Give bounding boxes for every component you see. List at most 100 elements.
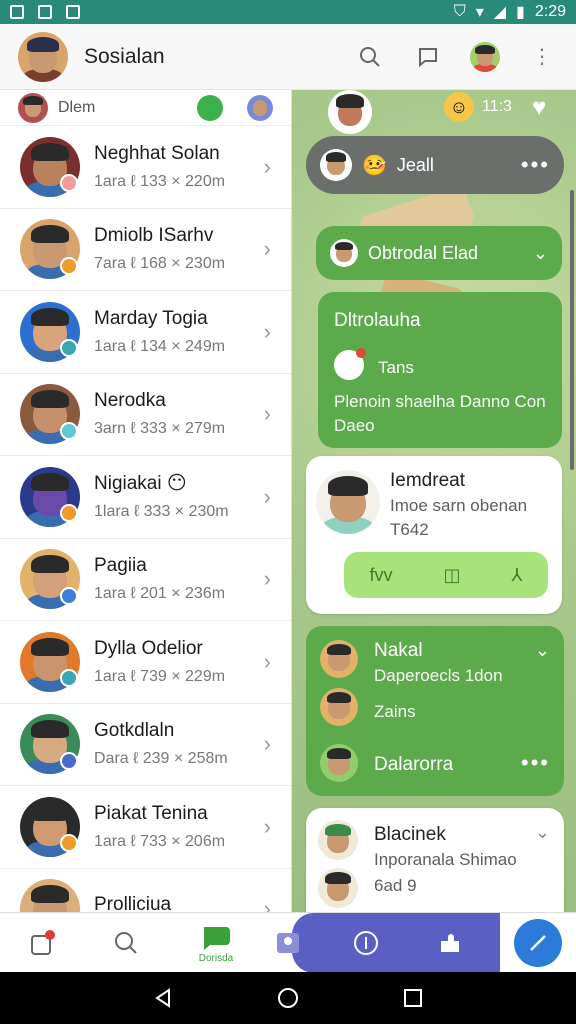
avatar [18,92,48,123]
search-button[interactable] [354,41,386,73]
contact-subtitle: 1lara ℓ 333 × 230m [94,503,229,521]
contact-name: Nerodka [94,390,166,412]
count-label: 11:3 [482,98,512,115]
compass-icon [354,931,378,955]
chevron-right-icon: › [263,483,271,509]
dropdown-label: Obtrodal Elad [368,242,479,263]
action-button[interactable]: ◫ [443,565,460,586]
card-line: Dalarorra [374,754,454,775]
chevron-down-icon[interactable]: ⌄ [535,640,550,661]
bottom-nav: Dorisda [0,912,576,973]
contact-subtitle: Dara ℓ 239 × 258m [94,750,228,768]
avatar [318,868,358,908]
presence-badge [60,421,78,440]
nav-contacts[interactable] [258,913,318,973]
contact-name: Gotkdlaln [94,720,175,742]
contact-row[interactable]: Prolliciua › [0,869,291,912]
system-nav-bar [0,972,576,1024]
group-dropdown[interactable]: Obtrodal Elad ⌄ [316,226,562,280]
profile-card[interactable]: Iemdreat Imoe sarn obenan T642 fvv ◫ ⅄ [306,456,562,614]
presence-badge [60,834,78,852]
card-line: Inporanala Shimao [374,850,517,869]
emoji-icon: 🤒 [362,154,387,177]
nav-label: Dorisda [198,952,234,964]
status-pill[interactable]: 🤒 Jeall ••• [306,136,564,194]
chevron-right-icon: › [263,896,271,912]
battery-icon: ▮ [516,4,525,21]
puzzle-icon [441,934,459,952]
more-horizontal-icon[interactable]: ••• [521,750,550,776]
chevron-right-icon: › [263,648,271,674]
avatar[interactable] [328,90,372,134]
signal-icon: ◢ [493,4,507,21]
contact-list: Dlem Neghhat Solan 1ara ℓ 133 × 220m › Dmio… [0,90,292,912]
contact-name: Neghhat Solan [94,142,220,164]
presence-badge [60,751,78,770]
action-button[interactable]: fvv [369,565,392,586]
nav-search[interactable] [96,913,156,973]
back-icon[interactable] [151,986,175,1010]
chevron-right-icon: › [263,566,271,592]
avatar [320,688,358,726]
message-card[interactable]: Dltrolauha Tans Plenoin shaelha Danno Co… [318,292,562,448]
emoji-icon: ☺ [444,92,474,122]
card-title: Iemdreat [390,470,465,491]
avatar [247,94,273,121]
contact-name: Dylla Odelior [94,637,203,659]
chevron-right-icon: › [263,731,271,757]
map-feed: ☺ 11:3 ♥ 🤒 Jeall ••• Obtrodal Elad ⌄ Dlt… [292,90,576,912]
list-item[interactable]: Dlem [0,90,291,126]
contact-row[interactable]: Dylla Odelior 1ara ℓ 739 × 229m › [0,621,291,704]
chevron-down-icon[interactable]: ⌄ [535,822,550,843]
group-card[interactable]: Nakal ⌄ Daperoecls 1don Zains Dalarorra … [306,626,564,796]
notifications-icon [31,930,55,955]
heart-icon[interactable]: ♥ [532,94,546,122]
action-button[interactable]: ⅄ [511,565,522,586]
contact-row[interactable]: Neghhat Solan 1ara ℓ 133 × 220m › [0,126,291,209]
contact-row[interactable]: Nerodka 3arn ℓ 333 × 279m › [0,374,291,456]
contact-row[interactable]: Dmiolb ISarhv 7ara ℓ 168 × 230m › [0,209,291,291]
card-line: Plenoin shaelha Danno Con [334,392,546,411]
shield-icon: ⛉ [453,3,466,20]
chevron-right-icon: › [263,236,271,262]
contact-row[interactable]: Piakat Tenina 1ara ℓ 733 × 206m › [0,786,291,869]
more-menu-button[interactable]: ⋮ [526,41,558,73]
scrollbar[interactable] [570,190,574,470]
profile-avatar[interactable] [18,31,68,82]
presence-badge [60,669,78,687]
contact-subtitle: 3arn ℓ 333 × 279m [94,420,226,438]
card-line: 6ad 9 [374,876,417,895]
recents-icon[interactable] [401,986,425,1010]
contact-name: Pagiia [94,555,147,577]
chevron-down-icon: ⌄ [532,242,548,263]
wifi-icon: ▾ [475,4,484,21]
contact-name: Dlem [58,98,96,116]
more-vertical-icon: ⋮ [532,46,552,68]
nav-notifications[interactable] [12,913,72,973]
nav-puzzle[interactable] [420,913,480,973]
card-line: Zains [374,702,416,721]
chat-button[interactable] [412,41,444,73]
contact-row[interactable]: Gotkdlaln Dara ℓ 239 × 258m › [0,704,291,786]
contact-row[interactable]: Marday Togia 1ara ℓ 134 × 249m › [0,291,291,374]
group-card[interactable]: Blacinek ⌄ Inporanala Shimao 6ad 9 [306,808,564,912]
avatar [318,820,358,860]
nav-discover[interactable] [336,913,396,973]
home-icon[interactable] [276,986,300,1010]
contact-name: Marday Togia [94,307,208,329]
contact-row[interactable]: Pagiia 1ara ℓ 201 × 236m › [0,539,291,621]
search-icon [360,46,380,67]
chevron-right-icon: › [263,153,271,179]
app-bar: Sosialan ⋮ [0,24,576,90]
nav-chats[interactable]: Dorisda [186,913,246,973]
contact-card-icon [277,933,299,953]
avatar [320,149,352,181]
card-icon-label: Tans [378,358,414,377]
notification-icon [10,5,24,19]
more-horizontal-icon[interactable]: ••• [521,152,550,178]
refresh-icon[interactable] [197,94,223,121]
card-title: Dltrolauha [334,310,421,331]
contact-row[interactable]: Nigiakai 😶 1lara ℓ 333 × 230m › [0,456,291,539]
compose-button[interactable] [514,919,562,967]
account-avatar[interactable] [470,41,500,72]
